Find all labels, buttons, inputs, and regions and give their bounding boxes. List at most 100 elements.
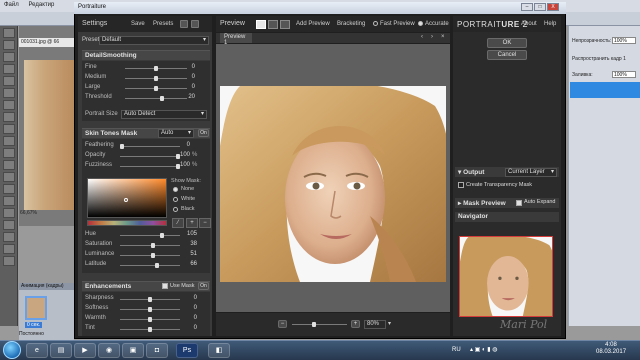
slider-track[interactable] xyxy=(120,245,180,246)
dodge-tool-icon[interactable] xyxy=(2,184,15,194)
show-mask-none-radio[interactable] xyxy=(173,187,178,192)
zoom-in-icon[interactable]: + xyxy=(351,320,360,328)
picker-marker[interactable] xyxy=(124,198,128,202)
show-mask-black-radio[interactable] xyxy=(173,207,178,212)
output-select[interactable]: Current Layer ▾ xyxy=(505,168,557,177)
lasso-tool-icon[interactable] xyxy=(2,52,15,62)
navigator-thumbnail[interactable] xyxy=(459,236,553,317)
slider-knob[interactable] xyxy=(151,243,155,248)
eyedropper-icon[interactable]: ⁄ xyxy=(172,218,184,228)
slider-knob[interactable] xyxy=(154,76,158,81)
player-icon[interactable]: ▶ xyxy=(74,343,96,358)
options-icon[interactable] xyxy=(191,20,199,28)
photoshop-icon[interactable]: Ps xyxy=(176,343,198,358)
split-horizontal-icon[interactable] xyxy=(268,20,278,29)
document-tab[interactable]: 001031.jpg @ 66 xyxy=(19,38,74,47)
marquee-tool-icon[interactable] xyxy=(2,40,15,50)
blur-tool-icon[interactable] xyxy=(2,172,15,182)
maximize-icon[interactable]: □ xyxy=(534,3,546,11)
slider-value[interactable]: 100 xyxy=(176,152,190,158)
ie-icon[interactable]: e xyxy=(26,343,48,358)
accurate-radio[interactable] xyxy=(418,21,423,26)
opacity-field[interactable]: 100% xyxy=(612,37,636,44)
slider-value[interactable]: 38 xyxy=(183,241,197,247)
slider-track[interactable] xyxy=(120,146,180,147)
add-preview-button[interactable]: Add Preview xyxy=(296,21,330,27)
slider-value[interactable]: 0 xyxy=(181,84,195,90)
slider-value[interactable]: 0 xyxy=(176,142,190,148)
transparency-mask-checkbox[interactable] xyxy=(458,182,464,188)
slider-track[interactable] xyxy=(125,98,187,99)
brush-tool-icon[interactable] xyxy=(2,112,15,122)
move-tool-icon[interactable] xyxy=(2,28,15,38)
camera-icon[interactable]: ◘ xyxy=(146,343,168,358)
save-button[interactable]: Save xyxy=(131,21,145,27)
use-mask-checkbox[interactable] xyxy=(162,283,168,289)
eyedropper-remove-icon[interactable]: − xyxy=(199,218,211,228)
wand-tool-icon[interactable] xyxy=(2,64,15,74)
crop-tool-icon[interactable] xyxy=(2,76,15,86)
fast-preview-radio[interactable] xyxy=(373,21,378,26)
language-indicator[interactable]: RU xyxy=(452,347,461,353)
single-view-icon[interactable] xyxy=(256,20,266,29)
skin-mode-select[interactable]: Auto ▾ xyxy=(158,129,194,138)
slider-value[interactable]: 0 xyxy=(183,295,197,301)
menu-file[interactable]: Файл xyxy=(0,0,23,10)
skin-mask-toggle[interactable]: On xyxy=(198,129,209,137)
tab-next-icon[interactable]: › xyxy=(431,34,433,40)
slider-value[interactable]: 0 xyxy=(181,64,195,70)
fill-field[interactable]: 100% xyxy=(612,71,636,78)
preview-photo[interactable] xyxy=(220,86,446,282)
tab-preview-1[interactable]: Preview 1 xyxy=(220,33,252,46)
cancel-button[interactable]: Cancel xyxy=(487,50,527,60)
zoom-out-icon[interactable]: − xyxy=(278,320,287,328)
frame-thumbnail[interactable] xyxy=(25,296,47,320)
heal-tool-icon[interactable] xyxy=(2,100,15,110)
slider-knob[interactable] xyxy=(155,263,159,268)
slider-knob[interactable] xyxy=(154,86,158,91)
minimize-icon[interactable]: – xyxy=(521,3,533,11)
hue-strip[interactable] xyxy=(87,220,167,226)
chevron-down-icon[interactable]: ▾ xyxy=(388,320,391,327)
selected-layer-row[interactable] xyxy=(570,82,640,98)
tab-close-icon[interactable]: × xyxy=(441,34,445,40)
zoom-knob[interactable] xyxy=(312,322,316,327)
tray-icons[interactable]: ▴ ▣ ◐ ▮ ◍ xyxy=(470,346,530,354)
slider-knob[interactable] xyxy=(148,297,152,302)
history-tool-icon[interactable] xyxy=(2,136,15,146)
frame-delay[interactable]: 0 сек. xyxy=(25,322,43,328)
bracketing-button[interactable]: Bracketing xyxy=(337,21,365,27)
loop-option[interactable]: Постоянно xyxy=(19,331,44,337)
app-icon[interactable]: ▣ xyxy=(122,343,144,358)
path-tool-icon[interactable] xyxy=(2,220,15,230)
slider-value[interactable]: 51 xyxy=(183,251,197,257)
close-icon[interactable]: X xyxy=(547,3,559,11)
hand-tool-icon[interactable] xyxy=(2,244,15,254)
slider-knob[interactable] xyxy=(148,327,152,332)
zoom-tool-icon[interactable] xyxy=(2,256,15,266)
show-mask-white-radio[interactable] xyxy=(173,197,178,202)
preset-select[interactable]: Default ▾ xyxy=(99,36,209,45)
slider-knob[interactable] xyxy=(154,66,158,71)
clock[interactable]: 4:08 08.03.2017 xyxy=(596,342,626,356)
reset-icon[interactable] xyxy=(180,20,188,28)
detail-smoothing-header[interactable]: DetailSmoothing xyxy=(82,50,210,60)
spread-frame-label[interactable]: Распространить кадр 1 xyxy=(572,56,626,62)
slider-track[interactable] xyxy=(120,156,180,157)
pen-tool-icon[interactable] xyxy=(2,196,15,206)
explorer-icon[interactable]: ▤ xyxy=(50,343,72,358)
slider-value[interactable]: 0 xyxy=(183,315,197,321)
tab-prev-icon[interactable]: ‹ xyxy=(421,34,423,40)
slider-knob[interactable] xyxy=(148,307,152,312)
slider-value[interactable]: 0 xyxy=(181,74,195,80)
eraser-tool-icon[interactable] xyxy=(2,148,15,158)
menu-edit[interactable]: Редактир xyxy=(24,0,58,10)
slider-value[interactable]: 66 xyxy=(183,261,197,267)
slider-value[interactable]: 100 xyxy=(176,162,190,168)
slider-knob[interactable] xyxy=(160,233,164,238)
start-button-icon[interactable] xyxy=(3,341,21,359)
slider-knob[interactable] xyxy=(151,253,155,258)
chrome-icon[interactable]: ◉ xyxy=(98,343,120,358)
portrait-size-select[interactable]: Auto Detect ▾ xyxy=(121,110,207,119)
slider-track[interactable] xyxy=(120,235,180,236)
